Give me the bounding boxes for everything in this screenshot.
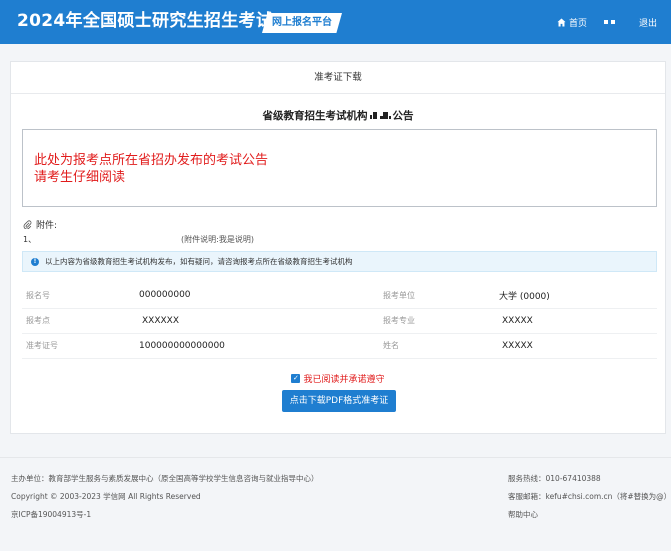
field-value-major: XXXXX [497, 308, 657, 334]
attachment-icon [23, 220, 32, 229]
field-value-name: XXXXX [497, 333, 657, 359]
notice-heading-prefix: 省级教育招生考试机构 [262, 110, 368, 122]
notice-line-1: 此处为报考点所在省招办发布的考试公告 [34, 153, 269, 168]
notice-heading: 省级教育招生考试机构 公告 [11, 108, 665, 123]
info-notice-text: 以上内容为省级教育招生考试机构发布，如有疑问，请咨询报考点所在省级教育招生考试机… [45, 257, 353, 266]
redacted-username [601, 20, 615, 24]
agreement-text[interactable]: 我已阅读并承诺遵守 [303, 372, 384, 385]
download-pdf-button[interactable]: 点击下载PDF格式准考证 [282, 390, 396, 412]
field-value-unit: 大学 (0000) [497, 283, 657, 309]
nav-home-link[interactable]: 首页 [557, 16, 587, 29]
footer-copyright: Copyright © 2003-2023 学信网 All Rights Res… [11, 492, 201, 501]
field-label-name: 姓名 [379, 333, 497, 359]
field-label-major: 报考专业 [379, 308, 497, 334]
field-value-ticket-no: 100000000000000 [112, 333, 379, 359]
footer-hotline: 服务热线：010-67410388 [508, 474, 601, 483]
table-row: 报考点 XXXXXX 报考专业 XXXXX [22, 308, 657, 334]
admission-ticket-card: 准考证下载 省级教育招生考试机构 公告 此处为报考点所在省招办发布的考试公告 请… [10, 61, 666, 434]
field-label-ticket-no: 准考证号 [22, 333, 112, 359]
footer-email: 客服邮箱：kefu#chsi.com.cn（将#替换为@） [508, 492, 671, 501]
platform-badge: 网上报名平台 [262, 13, 342, 33]
candidate-info-table: 报名号 000000000 报考单位 大学 (0000) 报考点 XXXXXX … [22, 283, 657, 359]
footer-sponsor: 主办单位：教育部学生服务与素质发展中心（原全国高等学校学生信息咨询与就业指导中心… [11, 474, 319, 483]
agreement-row: ✓ 我已阅读并承诺遵守 [11, 372, 665, 385]
field-label-unit: 报考单位 [379, 283, 497, 309]
home-icon [557, 17, 566, 27]
site-title: 2024年全国硕士研究生招生考试 [17, 11, 274, 31]
checkbox-checked-icon[interactable]: ✓ [291, 374, 301, 383]
info-notice-bar: ! 以上内容为省级教育招生考试机构发布，如有疑问，请咨询报考点所在省级教育招生考… [22, 251, 657, 272]
card-title: 准考证下载 [11, 62, 665, 94]
notice-content-box: 此处为报考点所在省招办发布的考试公告 请考生仔细阅读 [22, 129, 657, 207]
field-value-registration-no: 000000000 [112, 283, 379, 309]
attachment-item: 1、 (附件说明:我是说明) [23, 234, 523, 245]
top-header: 2024年全国硕士研究生招生考试 网上报名平台 首页 退出 [0, 0, 671, 44]
header-nav: 首页 退出 [557, 15, 657, 29]
footer-icp[interactable]: 京ICP备19004913号-1 [11, 509, 91, 520]
logout-link[interactable]: 退出 [639, 16, 657, 29]
notice-line-2: 请考生仔细阅读 [34, 170, 126, 185]
nav-home-label: 首页 [568, 18, 587, 29]
redacted-province-graphic [369, 112, 391, 119]
info-icon: ! [31, 257, 39, 266]
table-row: 报名号 000000000 报考单位 大学 (0000) [22, 283, 657, 309]
attachment-index: 1、 [23, 235, 37, 244]
attachment-section-label: 附件: [23, 218, 57, 231]
field-label-exam-site: 报考点 [22, 308, 112, 334]
notice-heading-suffix: 公告 [392, 110, 414, 122]
field-value-exam-site: XXXXXX [112, 308, 379, 334]
table-row: 准考证号 100000000000000 姓名 XXXXX [22, 333, 657, 359]
page-footer: 主办单位：教育部学生服务与素质发展中心（原全国高等学校学生信息咨询与就业指导中心… [0, 457, 671, 551]
attachment-description: (附件说明:我是说明) [181, 235, 254, 244]
attachment-label: 附件: [36, 221, 58, 231]
field-label-registration-no: 报名号 [22, 283, 112, 309]
footer-help-center-link[interactable]: 帮助中心 [508, 509, 538, 520]
